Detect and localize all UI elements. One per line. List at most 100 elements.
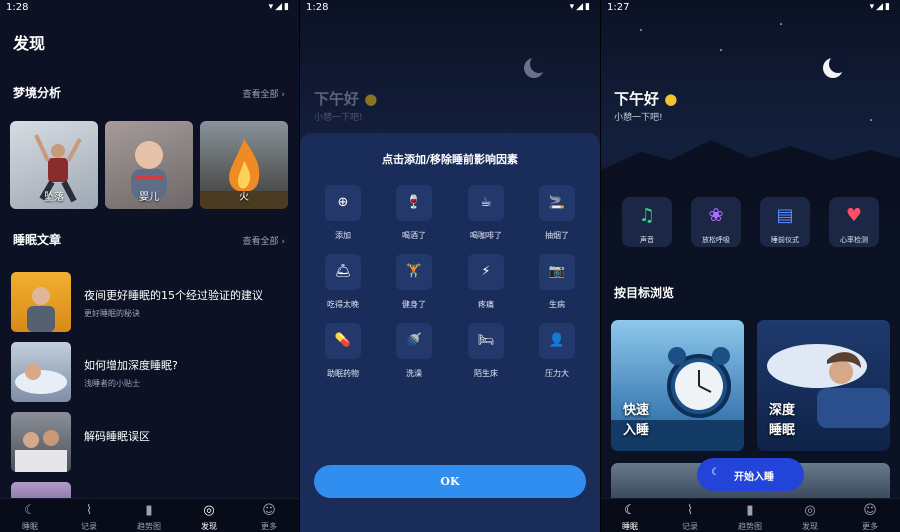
pill-icon: 💊 xyxy=(325,323,361,359)
status-bar: 1:28 ▾◢▮ xyxy=(300,0,600,16)
chart-icon: ⌇ xyxy=(85,503,93,518)
status-icons: ▾◢▮ xyxy=(569,2,592,12)
status-icons: ▾◢▮ xyxy=(268,2,291,12)
article-see-all-link[interactable]: 查看全部 › xyxy=(243,234,285,247)
article-section-title: 睡眠文章 xyxy=(13,233,62,247)
nav-item-trends[interactable]: ▮ 趋势图 xyxy=(126,503,172,532)
factor-smoking[interactable]: 🚬 抽烟了 xyxy=(527,185,587,241)
factor-strange-bed[interactable]: 🛏 陌生床 xyxy=(456,323,516,379)
article-subtitle: 浅睡者的小贴士 xyxy=(84,379,140,388)
article-subtitle: 更好睡眠的秘诀 xyxy=(84,309,140,318)
coffee-cup-icon: ☕ xyxy=(468,185,504,221)
status-time: 1:28 xyxy=(6,2,29,13)
article-title: 如何增加深度睡眠? xyxy=(84,359,178,372)
smile-icon: ☺ xyxy=(262,503,276,518)
add-icon: ⊕ xyxy=(325,185,361,221)
sun-icon: ● xyxy=(664,90,678,108)
factor-add[interactable]: ⊕ 添加 xyxy=(313,185,373,241)
nav-item-discover[interactable]: ◎ 发现 xyxy=(787,503,833,532)
factor-sick[interactable]: 📷 生病 xyxy=(527,254,587,310)
goal-card-fall-asleep[interactable]: 快速 入睡 xyxy=(611,320,744,451)
nav-item-more[interactable]: ☺ 更多 xyxy=(847,503,893,532)
goal-card-deep-sleep[interactable]: 深度 睡眠 xyxy=(757,320,890,451)
article-item[interactable]: 如何增加深度睡眠? 浅睡者的小贴士 xyxy=(11,342,289,402)
nav-item-discover[interactable]: ◎ 发现 xyxy=(186,503,232,532)
article-item[interactable]: 解码睡眠误区 xyxy=(11,412,289,472)
factor-sheet: 点击添加/移除睡前影响因素 ⊕ 添加 🍷 喝酒了 ☕ 喝咖啡了 🚬 抽烟了 🛎 吃得太晚 … xyxy=(300,133,600,532)
food-cloche-icon: 🛎 xyxy=(325,254,361,290)
tool-breathing[interactable]: ❀ 放松呼吸 xyxy=(691,197,741,247)
factor-alcohol[interactable]: 🍷 喝酒了 xyxy=(384,185,444,241)
article-thumbnail xyxy=(11,342,71,402)
nav-item-more[interactable]: ☺ 更多 xyxy=(246,503,292,532)
cigarette-icon: 🚬 xyxy=(539,185,575,221)
nav-item-records[interactable]: ⌇ 记录 xyxy=(66,503,112,532)
dream-card-baby[interactable]: 婴儿 xyxy=(105,121,193,209)
article-thumbnail xyxy=(11,412,71,472)
tool-sounds[interactable]: ♫ 声音 xyxy=(622,197,672,247)
article-item[interactable]: 夜间更好睡眠的15个经过验证的建议 更好睡眠的秘诀 xyxy=(11,272,289,332)
dream-card-label: 坠落 xyxy=(44,192,64,203)
lotus-icon: ❀ xyxy=(708,205,724,226)
article-title: 解码睡眠误区 xyxy=(84,430,150,443)
factor-coffee[interactable]: ☕ 喝咖啡了 xyxy=(456,185,516,241)
status-icons: ▾◢▮ xyxy=(869,2,892,12)
greeting: 下午好 ● xyxy=(314,90,378,108)
goal-card-label: 快速 入睡 xyxy=(623,403,650,438)
dream-card-falling[interactable]: 坠落 xyxy=(10,121,98,209)
factor-pain[interactable]: ⚡ 疼痛 xyxy=(456,254,516,310)
bars-icon: ▮ xyxy=(746,503,754,518)
factor-sleep-pills[interactable]: 💊 助眠药物 xyxy=(313,323,373,379)
dream-section-title: 梦境分析 xyxy=(13,86,62,100)
dream-card-label: 婴儿 xyxy=(139,192,159,203)
factor-late-meal[interactable]: 🛎 吃得太晚 xyxy=(313,254,373,310)
ok-button[interactable]: OK xyxy=(314,465,586,498)
greeting-subtitle: 小憩一下吧! xyxy=(614,113,663,123)
factor-exercise[interactable]: 🏋 健身了 xyxy=(384,254,444,310)
nav-item-trends[interactable]: ▮ 趋势图 xyxy=(727,503,773,532)
discover-screen: 1:28 ▾◢▮ 发现 梦境分析 查看全部 › 坠落 婴儿 火 睡眠文章 查看全… xyxy=(0,0,299,532)
dream-card-fire[interactable]: 火 xyxy=(200,121,288,209)
head-icon: 👤 xyxy=(539,323,575,359)
pain-icon: ⚡ xyxy=(468,254,504,290)
dream-see-all-link[interactable]: 查看全部 › xyxy=(243,87,285,100)
article-thumbnail xyxy=(11,272,71,332)
bottom-nav: ☾ 睡眠 ⌇ 记录 ▮ 趋势图 ◎ 发现 ☺ 更多 xyxy=(0,498,299,532)
nav-item-sleep[interactable]: ☾ 睡眠 xyxy=(7,503,53,532)
wine-glass-icon: 🍷 xyxy=(396,185,432,221)
sleep-factors-screen: 1:28 ▾◢▮ 下午好 ● 小憩一下吧! 点击添加/移除睡前影响因素 ⊕ 添加 … xyxy=(300,0,600,532)
shower-icon: 🚿 xyxy=(396,323,432,359)
clipboard-icon: ▤ xyxy=(776,205,794,226)
music-note-icon: ♫ xyxy=(638,205,656,226)
status-bar: 1:28 ▾◢▮ xyxy=(0,0,299,16)
chart-icon: ⌇ xyxy=(686,503,694,518)
sick-icon: 📷 xyxy=(539,254,575,290)
planet-icon: ◎ xyxy=(203,503,215,518)
page-title: 发现 xyxy=(13,34,46,53)
smile-icon: ☺ xyxy=(863,503,877,518)
tool-bedtime-routine[interactable]: ▤ 睡前仪式 xyxy=(760,197,810,247)
sheet-title: 点击添加/移除睡前影响因素 xyxy=(381,153,519,166)
goal-card-label: 深度 睡眠 xyxy=(769,403,796,438)
bars-icon: ▮ xyxy=(145,503,153,518)
moon-icon: ☾ xyxy=(624,503,636,518)
moon-icon: ☾ xyxy=(711,467,720,478)
tool-heart-rate[interactable]: ♥ 心率检测 xyxy=(829,197,879,247)
sleep-home-screen: 1:27 ▾◢▮ 下午好 ● 小憩一下吧! ♫ 声音 ❀ 放松呼吸 ▤ 睡前仪式… xyxy=(601,0,900,532)
factor-shower[interactable]: 🚿 洗澡 xyxy=(384,323,444,379)
nav-item-records[interactable]: ⌇ 记录 xyxy=(667,503,713,532)
dumbbell-icon: 🏋 xyxy=(396,254,432,290)
greeting-subtitle: 小憩一下吧! xyxy=(314,113,363,123)
moon-icon: ☾ xyxy=(24,503,36,518)
status-time: 1:27 xyxy=(607,2,630,13)
nav-item-sleep[interactable]: ☾ 睡眠 xyxy=(607,503,653,532)
greeting: 下午好 ● xyxy=(614,90,678,108)
factor-stress[interactable]: 👤 压力大 xyxy=(527,323,587,379)
heart-icon: ♥ xyxy=(845,205,863,226)
sun-icon: ● xyxy=(364,90,378,108)
bed-icon: 🛏 xyxy=(468,323,504,359)
status-bar: 1:27 ▾◢▮ xyxy=(601,0,900,16)
browse-section-title: 按目标浏览 xyxy=(614,286,675,300)
dream-card-label: 火 xyxy=(239,192,249,203)
start-sleep-button[interactable]: ☾ 开始入睡 xyxy=(697,458,804,491)
